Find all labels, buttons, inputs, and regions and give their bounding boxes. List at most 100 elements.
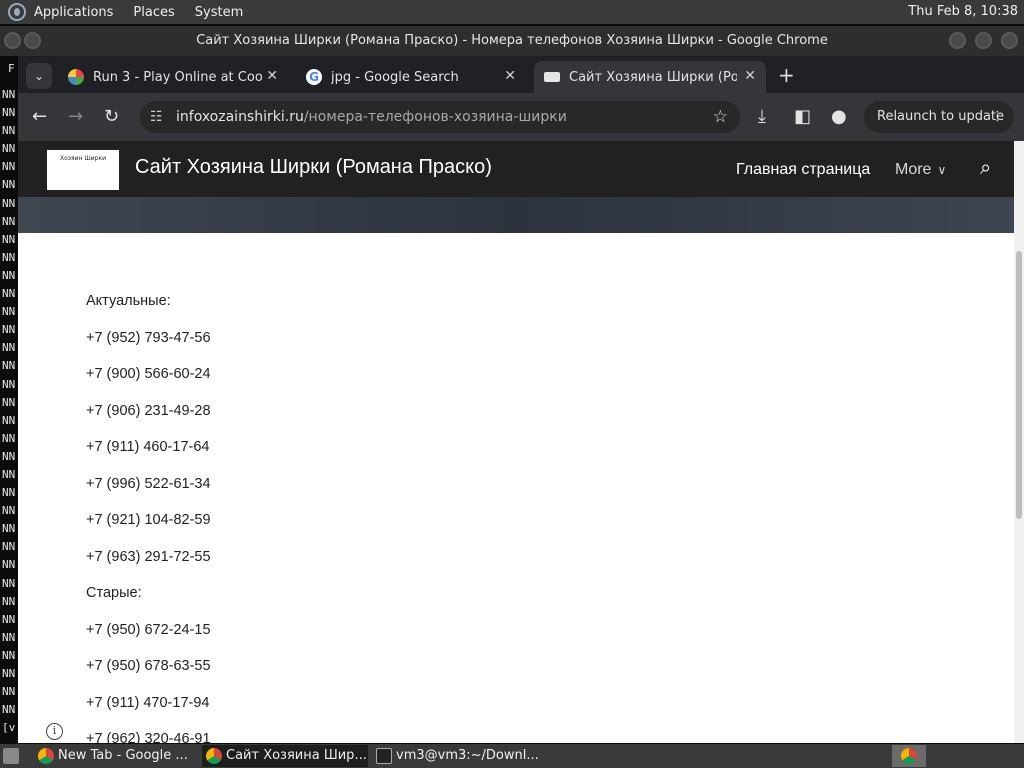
chrome-icon <box>206 748 222 764</box>
phone-number: +7 (900) 566-60-24 <box>86 366 211 382</box>
terminal-line: NN <box>2 323 16 337</box>
menu-system[interactable]: System <box>195 5 243 20</box>
tab-strip: ⌄ Run 3 - Play Online at Coolm ✕ G jpg -… <box>18 57 1024 93</box>
phone-number: +7 (950) 672-24-15 <box>86 621 211 638</box>
window-menu-icon[interactable] <box>4 32 21 49</box>
terminal-line: NN <box>2 88 16 101</box>
window-title: Сайт Хозяина Ширки (Романа Праско) - Ном… <box>196 33 828 48</box>
terminal-line: NN <box>2 540 16 554</box>
terminal-line: NN <box>2 250 16 264</box>
terminal-line: NN <box>2 703 16 717</box>
coolmath-favicon-icon <box>68 69 84 85</box>
profile-icon[interactable]: ● <box>831 106 847 127</box>
phone-number: +7 (911) 460-17-64 <box>86 439 210 455</box>
bottom-taskbar: New Tab - Google ... Сайт Хозяина Шир...… <box>0 744 1024 768</box>
kebab-menu-icon[interactable]: ⋮ <box>991 101 1004 133</box>
tab-run3[interactable]: Run 3 - Play Online at Coolm ✕ <box>58 61 288 93</box>
gnome-foot-icon[interactable] <box>8 3 26 21</box>
web-page: Хозяин Ширки Сайт Хозяина Ширки (Романа … <box>18 141 1014 743</box>
terminal-fragment: F <box>8 62 15 75</box>
taskbar-item-new-tab[interactable]: New Tab - Google ... <box>34 745 198 767</box>
google-favicon-icon: G <box>306 69 322 85</box>
terminal-line: NN <box>2 214 16 228</box>
address-bar[interactable]: ☷ infoxozainshirki.ru/номера-телефонов-х… <box>140 101 740 133</box>
terminal-line: NN <box>2 612 16 626</box>
tab-title: Run 3 - Play Online at Coolm <box>93 69 263 85</box>
reload-icon[interactable]: ↻ <box>104 106 119 127</box>
section-heading-old: Старые: <box>86 585 142 601</box>
chrome-icon <box>38 748 54 764</box>
info-icon[interactable]: i <box>46 723 63 740</box>
terminal-icon <box>376 748 392 764</box>
tab-site-active[interactable]: Сайт Хозяина Ширки (Рома ✕ <box>534 61 766 93</box>
nav-more-menu[interactable]: More ∨ <box>895 161 946 179</box>
terminal-line: NN <box>2 486 16 500</box>
show-desktop-icon[interactable] <box>3 748 19 764</box>
tab-google-search[interactable]: G jpg - Google Search ✕ <box>296 61 526 93</box>
search-icon[interactable]: ⌕ <box>980 155 991 179</box>
page-favicon-icon <box>544 72 560 82</box>
terminal-lines: NN NN NN NN NN NN NN NN NN NN NN NN NN NN NN NN NN NN NN NN… <box>2 86 15 737</box>
tray-chrome-icon[interactable] <box>892 745 926 767</box>
terminal-line: NN <box>2 648 16 662</box>
phone-number: +7 (950) 678-63-55 <box>86 658 211 674</box>
tab-close-icon[interactable]: ✕ <box>266 68 278 84</box>
top-panel: Applications Places System Thu Feb 8, 10… <box>0 0 1024 24</box>
tab-close-icon[interactable]: ✕ <box>744 68 756 84</box>
nav-more-label: More <box>895 161 932 178</box>
browser-toolbar: ← → ↻ ☷ infoxozainshirki.ru/номера-телеф… <box>18 93 1024 141</box>
site-header: Хозяин Ширки Сайт Хозяина Ширки (Романа … <box>18 141 1014 197</box>
taskbar-item-terminal[interactable]: vm3@vm3:~/Downl... <box>372 745 542 767</box>
terminal-line: NN <box>2 522 16 536</box>
terminal-line: NN <box>2 630 16 644</box>
terminal-line: NN <box>2 268 16 282</box>
new-tab-plus-icon[interactable]: + <box>778 63 795 87</box>
side-panel-icon[interactable]: ◧ <box>794 106 811 127</box>
chevron-down-icon: ∨ <box>937 163 947 177</box>
download-icon[interactable]: ⤓ <box>758 106 766 127</box>
site-title[interactable]: Сайт Хозяина Ширки (Романа Праско) <box>135 156 492 179</box>
forward-arrow-icon[interactable]: → <box>68 106 83 127</box>
window-shade-icon[interactable] <box>24 32 41 49</box>
terminal-line: NN <box>2 305 16 319</box>
terminal-line: NN <box>2 594 16 608</box>
taskbar-label: Сайт Хозяина Шир... <box>226 748 367 763</box>
taskbar-item-site[interactable]: Сайт Хозяина Шир... <box>202 745 368 767</box>
scrollbar-thumb[interactable] <box>1016 251 1022 519</box>
relaunch-button[interactable]: Relaunch to update ⋮ <box>864 101 1014 133</box>
phone-number: +7 (921) 104-82-59 <box>86 512 211 528</box>
terminal-line: NN <box>2 377 16 391</box>
back-arrow-icon[interactable]: ← <box>32 106 47 127</box>
site-logo[interactable]: Хозяин Ширки <box>47 150 119 190</box>
menu-places[interactable]: Places <box>133 5 174 20</box>
terminal-line: NN <box>2 341 16 355</box>
terminal-line: NN <box>2 142 16 156</box>
site-info-icon[interactable]: ☷ <box>150 101 163 133</box>
terminal-line: NN <box>2 467 16 481</box>
menu-applications[interactable]: Applications <box>34 5 113 20</box>
tab-close-icon[interactable]: ✕ <box>504 68 516 84</box>
terminal-line: NN <box>2 106 16 120</box>
chrome-window: Сайт Хозяина Ширки (Романа Праско) - Ном… <box>0 26 1024 743</box>
tab-search-button[interactable]: ⌄ <box>26 63 52 89</box>
phone-number: +7 (952) 793-47-56 <box>86 329 211 346</box>
panel-clock[interactable]: Thu Feb 8, 10:38 <box>908 4 1018 19</box>
nav-home-link[interactable]: Главная страница <box>736 161 870 179</box>
terminal-line: NN <box>2 359 16 373</box>
phone-number: +7 (911) 470-17-94 <box>86 694 210 711</box>
terminal-line: NN <box>2 558 16 572</box>
window-maximize-icon[interactable] <box>975 32 992 49</box>
terminal-line: NN <box>2 431 16 445</box>
terminal-line: NN <box>2 160 16 174</box>
hero-banner <box>18 197 1014 233</box>
window-close-icon[interactable] <box>1001 32 1018 49</box>
taskbar-label: New Tab - Google ... <box>58 748 188 763</box>
tab-title: jpg - Google Search <box>331 69 459 85</box>
phone-number: +7 (906) 231-49-28 <box>86 402 211 419</box>
section-heading-actual: Актуальные: <box>86 293 171 309</box>
page-scrollbar[interactable] <box>1014 141 1024 743</box>
phone-number: +7 (962) 320-46-91 <box>86 731 211 743</box>
taskbar-label: vm3@vm3:~/Downl... <box>396 748 539 763</box>
bookmark-star-icon[interactable]: ☆ <box>713 101 728 133</box>
window-minimize-icon[interactable] <box>949 32 966 49</box>
